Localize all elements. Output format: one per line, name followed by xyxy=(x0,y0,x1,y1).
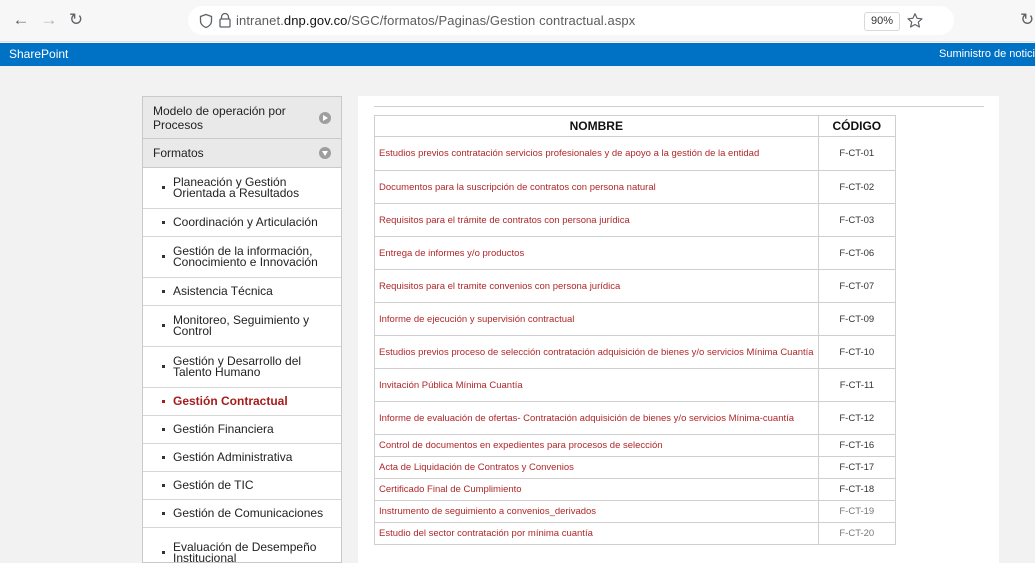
sidebar-item[interactable]: Coordinación y Articulación xyxy=(143,209,341,237)
table-row: Control de documentos en expedientes par… xyxy=(374,434,897,457)
table-row: Invitación Pública Mínima Cuantía F-CT-11 xyxy=(374,368,897,402)
table-row: Informe de ejecución y supervisión contr… xyxy=(374,302,897,336)
format-code: F-CT-18 xyxy=(817,478,897,501)
format-code: F-CT-20 xyxy=(817,522,897,545)
nav-section-formats[interactable]: Formatos xyxy=(143,139,341,168)
table-row: Instrumento de seguimiento a convenios_d… xyxy=(374,500,897,523)
sidebar-item-label: Gestión de Comunicaciones xyxy=(173,506,324,520)
lock-icon[interactable] xyxy=(218,12,232,29)
format-name-link[interactable]: Requisitos para el trámite de contratos … xyxy=(374,203,819,237)
sidebar-item[interactable]: Asistencia Técnica xyxy=(143,278,341,306)
format-name-link[interactable]: Requisitos para el tramite convenios con… xyxy=(374,269,819,303)
format-code: F-CT-01 xyxy=(817,136,897,171)
reload-icon[interactable]: ↻ xyxy=(64,8,88,32)
url-text[interactable]: intranet.dnp.gov.co/SGC/formatos/Paginas… xyxy=(236,13,635,28)
table-row: Entrega de informes y/o productos F-CT-06 xyxy=(374,236,897,270)
format-name-link[interactable]: Instrumento de seguimiento a convenios_d… xyxy=(374,500,819,523)
column-header-name: NOMBRE xyxy=(374,115,819,137)
sidebar-item[interactable]: Gestión de la información, Conocimiento … xyxy=(143,237,341,278)
sidebar-item-label: Gestión Contractual xyxy=(173,394,288,408)
table-row: Estudios previos proceso de selección co… xyxy=(374,335,897,369)
sidebar-item[interactable]: Gestión Contractual xyxy=(143,388,341,416)
url-prefix: intranet. xyxy=(236,13,284,28)
format-code: F-CT-12 xyxy=(817,401,897,435)
format-code: F-CT-07 xyxy=(817,269,897,303)
extension-icon[interactable]: ↻ xyxy=(1020,8,1034,32)
sidebar-item-label: Planeación y Gestión Orientada a Resulta… xyxy=(173,175,300,200)
sidebar-item[interactable]: Evaluación de Desempeño Institucional xyxy=(143,528,341,563)
zoom-level-badge[interactable]: 90% xyxy=(864,12,900,31)
chevron-right-icon xyxy=(319,111,331,124)
format-code: F-CT-19 xyxy=(817,500,897,523)
sidebar-item-label: Evaluación de Desempeño Institucional xyxy=(173,539,317,563)
sidebar-item[interactable]: Gestión y Desarrollo del Talento Humano xyxy=(143,347,341,388)
sidebar-item-label: Gestión Financiera xyxy=(173,422,274,436)
main-content: NOMBRE CÓDIGO Estudios previos contratac… xyxy=(358,96,999,563)
divider xyxy=(374,106,984,107)
format-name-link[interactable]: Estudios previos contratación servicios … xyxy=(374,136,819,171)
url-path: /SGC/formatos/Paginas/Gestion contractua… xyxy=(347,13,636,28)
format-code: F-CT-17 xyxy=(817,456,897,479)
table-row: Estudios previos contratación servicios … xyxy=(374,136,897,171)
format-name-link[interactable]: Estudio del sector contratación por míni… xyxy=(374,522,819,545)
news-feed-link[interactable]: Suministro de notici xyxy=(939,48,1035,60)
table-row: Requisitos para el trámite de contratos … xyxy=(374,203,897,237)
sidebar-item[interactable]: Gestión de TIC xyxy=(143,472,341,500)
sidebar-item-label: Monitoreo, Seguimiento y Control xyxy=(173,313,310,338)
sidebar-item[interactable]: Gestión de Comunicaciones xyxy=(143,500,341,528)
browser-toolbar: ← → ↻ intranet.dnp.gov.co/SGC/formatos/P… xyxy=(0,0,1035,42)
table-header-row: NOMBRE CÓDIGO xyxy=(374,115,897,137)
sidebar-item-label: Asistencia Técnica xyxy=(173,284,273,298)
sidebar-item-label: Gestión de la información, Conocimiento … xyxy=(173,244,318,269)
format-code: F-CT-16 xyxy=(817,434,897,457)
sidebar-item[interactable]: Gestión Administrativa xyxy=(143,444,341,472)
format-code: F-CT-06 xyxy=(817,236,897,270)
table-row: Acta de Liquidación de Contratos y Conve… xyxy=(374,456,897,479)
sidebar-item[interactable]: Monitoreo, Seguimiento y Control xyxy=(143,306,341,347)
format-name-link[interactable]: Acta de Liquidación de Contratos y Conve… xyxy=(374,456,819,479)
format-name-link[interactable]: Informe de ejecución y supervisión contr… xyxy=(374,302,819,336)
sidebar-item[interactable]: Planeación y Gestión Orientada a Resulta… xyxy=(143,168,341,209)
sidebar-item-label: Gestión de TIC xyxy=(173,478,254,492)
left-navigation: Modelo de operación por Procesos Formato… xyxy=(142,96,342,563)
column-header-code: CÓDIGO xyxy=(817,115,897,137)
sharepoint-suite-bar: SharePoint Suministro de notici xyxy=(0,43,1035,66)
sidebar-item[interactable]: Gestión Financiera xyxy=(143,416,341,444)
forward-arrow-icon[interactable]: → xyxy=(37,8,61,32)
nav-section-label: Modelo de operación por Procesos xyxy=(153,103,286,132)
sidebar-item-label: Gestión Administrativa xyxy=(173,450,293,464)
back-arrow-icon[interactable]: ← xyxy=(9,8,33,32)
format-name-link[interactable]: Certificado Final de Cumplimiento xyxy=(374,478,819,501)
nav-section-label: Formatos xyxy=(153,146,204,160)
format-name-link[interactable]: Estudios previos proceso de selección co… xyxy=(374,335,819,369)
format-code: F-CT-02 xyxy=(817,170,897,204)
shield-icon[interactable] xyxy=(198,13,214,29)
chevron-down-icon xyxy=(319,147,331,159)
table-row: Documentos para la suscripción de contra… xyxy=(374,170,897,204)
format-code: F-CT-11 xyxy=(817,368,897,402)
table-row: Estudio del sector contratación por míni… xyxy=(374,522,897,545)
format-name-link[interactable]: Entrega de informes y/o productos xyxy=(374,236,819,270)
format-name-link[interactable]: Informe de evaluación de ofertas- Contra… xyxy=(374,401,819,435)
table-row: Requisitos para el tramite convenios con… xyxy=(374,269,897,303)
table-row: Certificado Final de Cumplimiento F-CT-18 xyxy=(374,478,897,501)
formats-table: NOMBRE CÓDIGO Estudios previos contratac… xyxy=(374,115,897,545)
format-name-link[interactable]: Control de documentos en expedientes par… xyxy=(374,434,819,457)
bookmark-star-icon[interactable] xyxy=(906,12,924,30)
format-name-link[interactable]: Documentos para la suscripción de contra… xyxy=(374,170,819,204)
table-row: Informe de evaluación de ofertas- Contra… xyxy=(374,401,897,435)
format-code: F-CT-03 xyxy=(817,203,897,237)
sharepoint-brand-link[interactable]: SharePoint xyxy=(9,47,68,61)
format-code: F-CT-09 xyxy=(817,302,897,336)
url-host: dnp.gov.co xyxy=(283,13,348,28)
sidebar-item-label: Gestión y Desarrollo del Talento Humano xyxy=(173,354,302,379)
nav-section-process-model[interactable]: Modelo de operación por Procesos xyxy=(143,97,341,139)
format-code: F-CT-10 xyxy=(817,335,897,369)
sidebar-item-label: Coordinación y Articulación xyxy=(173,215,318,229)
nav-item-list: Planeación y Gestión Orientada a Resulta… xyxy=(143,168,341,563)
format-name-link[interactable]: Invitación Pública Mínima Cuantía xyxy=(374,368,819,402)
